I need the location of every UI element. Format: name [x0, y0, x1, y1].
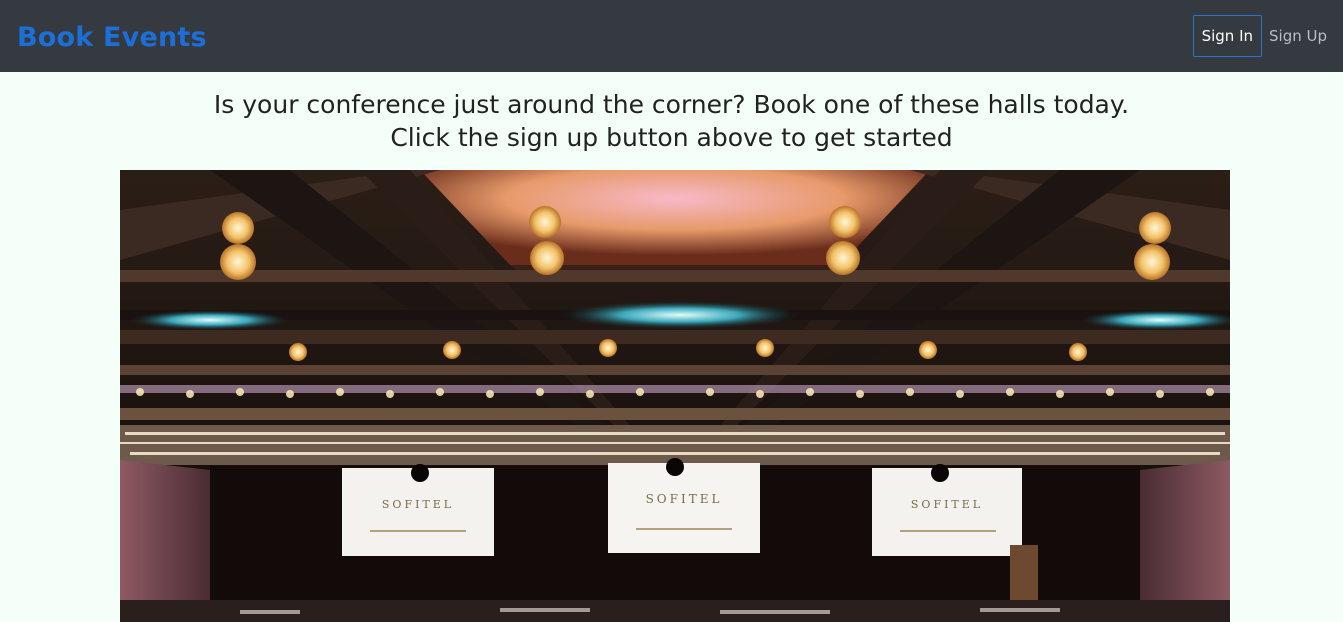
- screen-text-left: SOFITEL: [382, 498, 454, 511]
- hall-illustration: SOFITEL SOFITEL SOFITEL: [120, 170, 1230, 622]
- screen-text-right: SOFITEL: [911, 498, 983, 511]
- brand-link[interactable]: Book Events: [17, 22, 207, 53]
- sign-up-link[interactable]: Sign Up: [1262, 27, 1327, 45]
- sign-in-button[interactable]: Sign In: [1192, 15, 1262, 57]
- conference-hall-image: SOFITEL SOFITEL SOFITEL: [120, 170, 1230, 622]
- headline-line-2: Click the sign up button above to get st…: [390, 123, 953, 152]
- navbar: Book Events Sign In Sign Up: [0, 0, 1343, 72]
- nav-actions: Sign In Sign Up: [1192, 15, 1327, 57]
- stage-screens: SOFITEL SOFITEL SOFITEL: [342, 463, 1022, 556]
- hero-headline: Is your conference just around the corne…: [0, 88, 1343, 154]
- headline-line-1: Is your conference just around the corne…: [213, 90, 1130, 119]
- screen-text-center: SOFITEL: [646, 492, 723, 506]
